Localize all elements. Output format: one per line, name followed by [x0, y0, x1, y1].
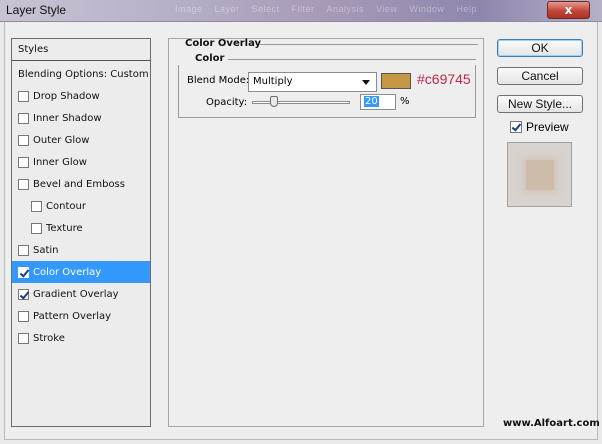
background-menu-item: Image [175, 4, 203, 14]
background-menu-item: Select [251, 4, 280, 14]
style-item-checkbox[interactable] [18, 134, 29, 146]
style-item-inner-shadow[interactable]: Inner Shadow [12, 107, 150, 129]
opacity-value: 20 [364, 96, 379, 107]
styles-header-label: Styles [18, 44, 49, 55]
style-item-label: Inner Shadow [33, 112, 102, 124]
styles-list: Styles Blending Options: Custom Drop Sha… [11, 38, 151, 427]
opacity-label: Opacity: [206, 97, 248, 108]
background-menu-item: Window [409, 4, 445, 14]
opacity-slider-handle[interactable] [270, 96, 278, 107]
style-item-gradient-overlay[interactable]: Gradient Overlay [12, 283, 150, 305]
style-item-label: Inner Glow [33, 156, 87, 168]
style-item-checkbox[interactable] [18, 288, 29, 300]
opacity-input[interactable]: 20 [360, 94, 396, 110]
style-item-label: Contour [46, 200, 86, 212]
style-item-label: Color Overlay [33, 266, 102, 278]
opacity-slider-track[interactable] [252, 101, 350, 104]
style-item-satin[interactable]: Satin [12, 239, 150, 261]
style-item-contour[interactable]: Contour [12, 195, 150, 217]
style-item-checkbox[interactable] [18, 244, 29, 256]
style-item-checkbox[interactable] [18, 112, 29, 124]
blending-options-label: Blending Options: Custom [18, 68, 149, 80]
style-item-inner-glow[interactable]: Inner Glow [12, 151, 150, 173]
watermark-text: www.Alfoart.com [503, 418, 600, 429]
color-hex-annotation: #c69745 [417, 71, 471, 87]
cancel-button[interactable]: Cancel [497, 67, 583, 85]
style-item-outer-glow[interactable]: Outer Glow [12, 129, 150, 151]
style-item-color-overlay[interactable]: Color Overlay [12, 261, 150, 283]
style-item-checkbox[interactable] [18, 90, 29, 102]
dropdown-arrow-icon [362, 80, 370, 85]
style-item-checkbox[interactable] [31, 200, 42, 212]
subsection-divider [228, 59, 476, 60]
blend-mode-select[interactable]: Multiply [248, 72, 377, 92]
style-item-bevel-and-emboss[interactable]: Bevel and Emboss [12, 173, 150, 195]
style-item-pattern-overlay[interactable]: Pattern Overlay [12, 305, 150, 327]
preview-label: Preview [526, 120, 569, 134]
background-menu-item: Layer [214, 4, 240, 14]
close-button[interactable]: x [547, 1, 590, 19]
blend-mode-label: Blend Mode: [187, 75, 250, 86]
style-item-stroke[interactable]: Stroke [12, 327, 150, 349]
style-item-label: Bevel and Emboss [33, 178, 125, 190]
blend-mode-value: Multiply [253, 76, 293, 87]
style-item-checkbox[interactable] [18, 310, 29, 322]
opacity-unit: % [400, 96, 410, 107]
style-item-checkbox[interactable] [31, 222, 42, 234]
style-item-checkbox[interactable] [18, 332, 29, 344]
color-group-title: Color [195, 53, 225, 64]
style-item-label: Stroke [33, 332, 65, 344]
preview-checkbox[interactable] [510, 121, 522, 133]
style-item-drop-shadow[interactable]: Drop Shadow [12, 85, 150, 107]
window-title: Layer Style [6, 3, 67, 17]
style-item-label: Satin [33, 244, 59, 256]
background-menu-item: Analysis [326, 4, 365, 14]
style-item-checkbox[interactable] [18, 156, 29, 168]
panel-title: Color Overlay [185, 38, 262, 49]
background-menu-item: View [376, 4, 398, 14]
preview-thumbnail [507, 142, 572, 207]
ok-button[interactable]: OK [497, 39, 583, 57]
style-item-label: Gradient Overlay [33, 288, 119, 300]
preview-swatch [526, 160, 554, 190]
styles-header[interactable]: Styles [12, 39, 150, 61]
blending-options-item[interactable]: Blending Options: Custom [12, 63, 150, 85]
style-item-label: Outer Glow [33, 134, 90, 146]
background-menu-item: Help [456, 4, 477, 14]
style-item-label: Texture [46, 222, 83, 234]
section-divider [260, 44, 478, 45]
style-item-checkbox[interactable] [18, 266, 29, 278]
style-item-checkbox[interactable] [18, 178, 29, 190]
style-item-label: Pattern Overlay [33, 310, 112, 322]
overlay-color-swatch[interactable] [381, 73, 411, 89]
title-bar: Layer Style Image Layer Select Filter Analys… [0, 0, 602, 22]
style-item-label: Drop Shadow [33, 90, 100, 102]
style-item-texture[interactable]: Texture [12, 217, 150, 239]
background-menu-item: Filter [291, 4, 315, 14]
background-menu-bar: Image Layer Select Filter Analysis View Window… [175, 4, 489, 14]
new-style-button[interactable]: New Style... [497, 95, 583, 113]
